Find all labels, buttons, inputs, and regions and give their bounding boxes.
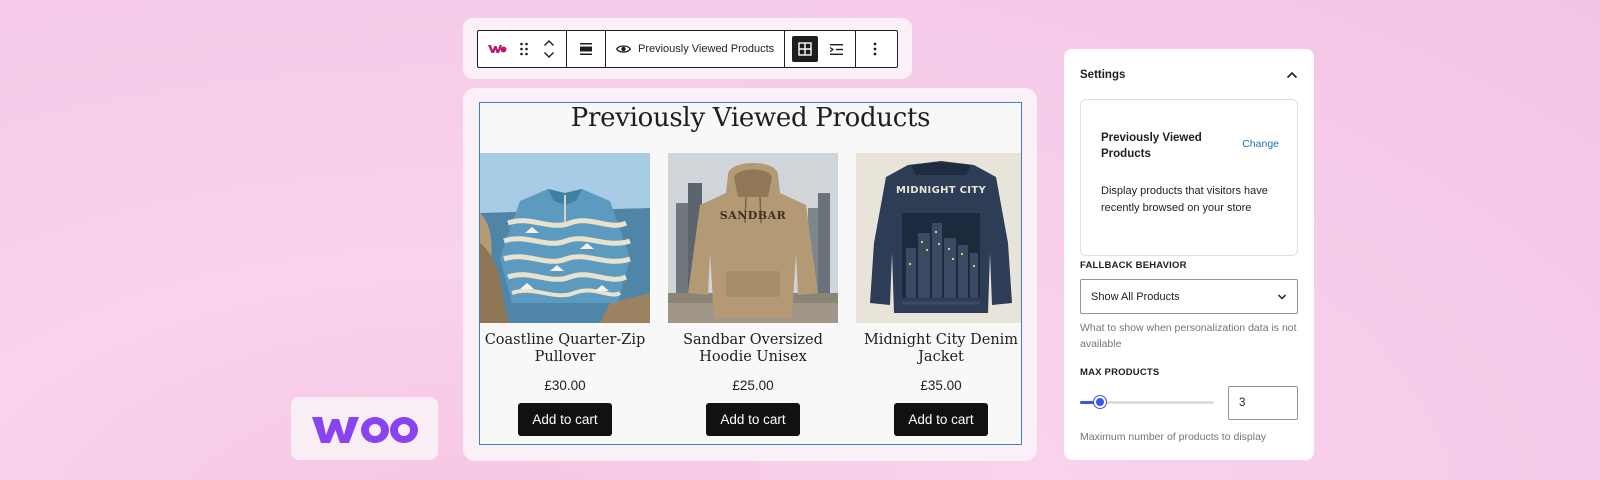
product-image-jacket[interactable]: MIDNIGHT CITY	[856, 153, 1021, 323]
block-toolbar: Previously Viewed Products	[477, 30, 898, 68]
product-image-pullover[interactable]	[480, 153, 650, 323]
move-buttons	[536, 31, 562, 67]
pattern-name: Previously Viewed Products	[1101, 132, 1202, 160]
hoodie-print-text: SANDBAR	[719, 209, 787, 222]
block-toolbar-container: Previously Viewed Products	[463, 18, 912, 79]
fallback-select[interactable]: Show All Products	[1080, 279, 1298, 314]
add-to-cart-button[interactable]: Add to cart	[706, 403, 800, 436]
product-price: £25.00	[732, 378, 774, 393]
add-to-cart-button[interactable]: Add to cart	[518, 403, 612, 436]
toolbar-group-align	[567, 31, 606, 67]
fallback-help-text: What to show when personalization data i…	[1080, 322, 1297, 350]
slider-thumb[interactable]	[1094, 396, 1106, 408]
chevron-up-icon[interactable]	[1286, 71, 1298, 79]
add-to-cart-button[interactable]: Add to cart	[894, 403, 988, 436]
product-name[interactable]: Coastline Quarter-Zip Pullover	[480, 332, 650, 368]
list-view-icon[interactable]	[821, 31, 851, 67]
drag-handle-icon[interactable]	[512, 31, 536, 67]
settings-header[interactable]: Settings	[1080, 69, 1298, 81]
max-products-help-text: Maximum number of products to display	[1080, 431, 1267, 443]
change-link[interactable]: Change	[1242, 138, 1279, 150]
max-products-slider[interactable]	[1080, 394, 1214, 410]
eye-icon	[616, 45, 631, 53]
product-name[interactable]: Sandbar Oversized Hoodie Unisex	[668, 332, 838, 368]
settings-panel: Settings Previously Viewed Products Chan…	[1064, 49, 1314, 460]
pattern-info-card: Previously Viewed Products Change Displa…	[1080, 99, 1298, 256]
toolbar-group-block	[478, 31, 567, 67]
toolbar-group-layout	[785, 31, 857, 67]
toolbar-group-more	[856, 31, 894, 67]
move-up-icon[interactable]	[543, 39, 555, 47]
product-card: MIDNIGHT CITY Midnight City Denim Jacket…	[856, 153, 1021, 436]
jacket-print-text: MIDNIGHT CITY	[896, 185, 986, 196]
chevron-down-icon	[1277, 293, 1287, 300]
max-products-input[interactable]: 3	[1228, 386, 1298, 420]
product-price: £35.00	[920, 378, 962, 393]
woo-logo	[311, 416, 418, 443]
toolbar-block-name: Previously Viewed Products	[638, 43, 775, 55]
woo-block-icon[interactable]	[482, 31, 512, 67]
grid-view-icon[interactable]	[792, 36, 819, 62]
editor-canvas: Previously Viewed Products Coastline Qua…	[463, 88, 1037, 461]
product-image-hoodie[interactable]: SANDBAR	[668, 153, 838, 323]
fallback-select-value: Show All Products	[1091, 290, 1180, 303]
product-card: SANDBAR Sandbar Oversized Hoodie Unisex …	[668, 153, 838, 436]
product-price: £30.00	[544, 378, 586, 393]
previously-viewed-products-block[interactable]: Previously Viewed Products Coastline Qua…	[479, 102, 1022, 445]
settings-title: Settings	[1080, 69, 1126, 81]
product-grid: Coastline Quarter-Zip Pullover £30.00 Ad…	[480, 153, 1021, 444]
product-name[interactable]: Midnight City Denim Jacket	[856, 332, 1021, 368]
more-options-icon[interactable]	[860, 31, 890, 67]
move-down-icon[interactable]	[543, 51, 555, 59]
product-card: Coastline Quarter-Zip Pullover £30.00 Ad…	[480, 153, 650, 436]
woo-logo-card	[291, 397, 438, 460]
block-heading[interactable]: Previously Viewed Products	[480, 103, 1021, 137]
max-products-label: MAX PRODUCTS	[1080, 367, 1160, 378]
fallback-label: FALLBACK BEHAVIOR	[1080, 260, 1187, 271]
align-icon[interactable]	[571, 31, 601, 67]
toolbar-group-pattern[interactable]: Previously Viewed Products	[606, 31, 786, 67]
pattern-description: Display products that visitors have rece…	[1101, 185, 1268, 214]
